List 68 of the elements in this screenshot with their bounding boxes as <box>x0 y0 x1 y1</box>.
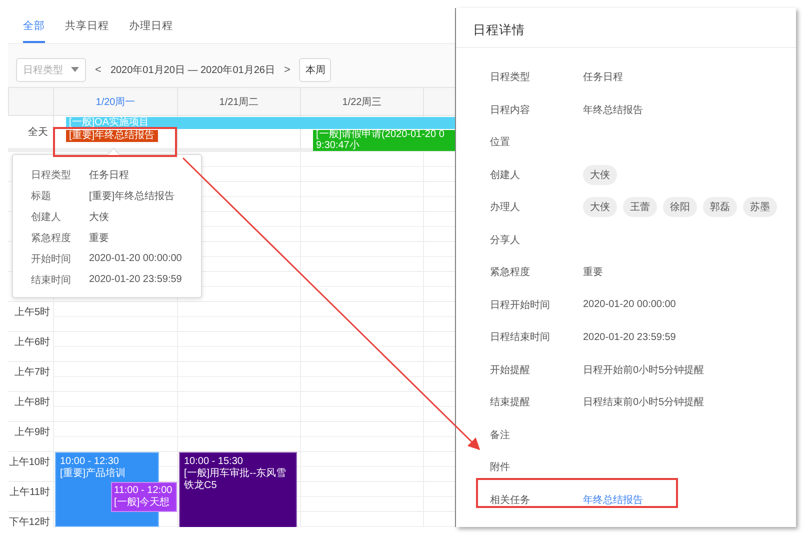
caret-icon <box>71 67 79 72</box>
person-tag: 王蕾 <box>623 197 657 218</box>
this-week-button[interactable]: 本周 <box>299 58 332 82</box>
time-slot <box>423 391 455 421</box>
field-value: 年终总结报告 <box>583 104 643 116</box>
field-label: 相关任务 <box>490 494 531 507</box>
time-slot <box>423 481 455 511</box>
time-slot <box>423 421 455 451</box>
field-value: 2020-01-20 23:59:59 <box>583 332 676 343</box>
field-label: 备注 <box>490 428 511 442</box>
field-label: 开始时间 <box>31 252 72 266</box>
field-label: 开始提醒 <box>490 364 531 377</box>
field-label: 日程类型 <box>31 168 72 182</box>
date-range: 2020年01月20日 — 2020年01月26日 <box>110 64 275 76</box>
field-label: 附件 <box>490 461 511 474</box>
all-day-label: 全天 <box>8 116 53 151</box>
field-value: 2020-01-20 23:59:59 <box>89 274 183 285</box>
time-slot <box>423 151 455 181</box>
field-label: 紧急程度 <box>31 232 72 244</box>
event-block[interactable]: 11:00 - 12:00 [一般]今天想 <box>111 482 177 512</box>
all-day-event[interactable]: [重要]年终总结报告 <box>66 130 158 142</box>
day-label: 1/21周二 <box>219 96 259 108</box>
previous-week-button[interactable]: < <box>92 64 104 76</box>
field-label: 分享人 <box>490 234 521 247</box>
field-label: 标题 <box>31 190 52 202</box>
field-value: 任务日程 <box>89 168 130 182</box>
person-tag: 郭磊 <box>703 197 737 218</box>
time-slot <box>423 451 455 481</box>
field-label: 结束提醒 <box>490 396 531 410</box>
field-value: 2020-01-20 00:00:00 <box>583 299 676 310</box>
field-label: 日程内容 <box>490 104 531 117</box>
tab[interactable]: 办理日程 <box>129 18 173 43</box>
field-label: 日程结束时间 <box>490 330 551 344</box>
day-label: 1/22周三 <box>342 96 382 108</box>
field-label: 创建人 <box>31 210 62 224</box>
time-slot <box>423 331 455 361</box>
tab[interactable]: 共享日程 <box>65 18 109 43</box>
time-slot <box>423 271 455 301</box>
field-value: 日程结束前0小时5分钟提醒 <box>583 397 704 408</box>
time-slot <box>423 241 455 271</box>
field-label: 创建人 <box>490 168 521 182</box>
field-value: 重要 <box>583 267 603 278</box>
field-label: 紧急程度 <box>490 266 531 280</box>
next-week-button[interactable]: > <box>280 64 294 76</box>
event-block[interactable]: 10:00 - 15:30 [一般]用车审批--东风雪铁龙C5 <box>179 452 297 527</box>
person-tag: 大侠 <box>583 164 617 185</box>
field-value: 任务日程 <box>583 72 623 84</box>
field-label: 结束时间 <box>31 274 72 286</box>
time-slot <box>423 181 455 211</box>
time-slot <box>423 301 455 331</box>
related-task-link[interactable]: 年终总结报告 <box>583 494 643 506</box>
schedule-type-select[interactable]: 日程类型 <box>16 58 86 82</box>
field-label: 办理人 <box>490 200 521 214</box>
field-label: 位置 <box>490 136 511 150</box>
field-value: 大侠 <box>89 210 110 224</box>
field-value: 重要 <box>89 232 110 244</box>
field-label: 日程类型 <box>490 70 531 84</box>
panel-title: 日程详情 <box>456 8 796 48</box>
field-value: [重要]年终总结报告 <box>89 190 176 202</box>
day-label: 1/20周一 <box>96 96 136 108</box>
time-slot <box>423 361 455 391</box>
time-slot <box>423 211 455 241</box>
field-value: 日程开始前0小时5分钟提醒 <box>583 364 704 376</box>
field-value: 2020-01-20 00:00:00 <box>89 253 183 264</box>
person-tag: 苏墨 <box>743 197 777 218</box>
field-label: 日程开始时间 <box>490 298 551 312</box>
person-tag: 大侠 <box>583 197 617 218</box>
person-tag: 徐阳 <box>663 197 697 218</box>
